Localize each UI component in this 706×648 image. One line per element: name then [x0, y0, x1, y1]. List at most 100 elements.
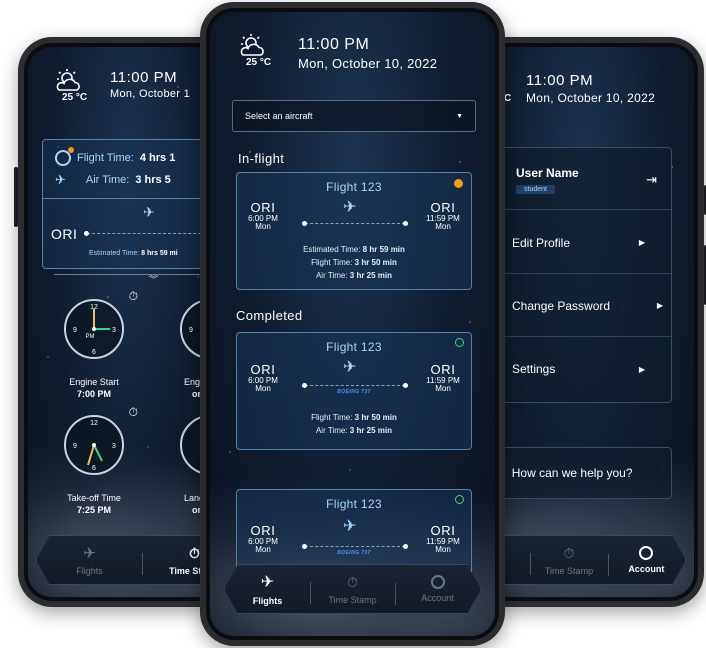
tab-time-stamp[interactable]: ⏱ Time Stamp [530, 545, 607, 576]
partly-cloudy-night-icon: 25 °C [238, 34, 276, 68]
aircraft-model: BOEING 737 [337, 550, 371, 556]
flight-time-row: Flight Time: 4 hrs 1 [55, 147, 176, 166]
air-time-row: Air Time: 3 hr 25 min [237, 271, 471, 280]
tab-flights[interactable]: ✈ Flights [37, 544, 142, 576]
detail-label: Air Time: [315, 271, 348, 280]
svg-text:PM: PM [86, 334, 95, 340]
account-icon [431, 575, 445, 589]
flight-card-completed[interactable]: Flight 123 ORI 6:00 PM Mon ORI 11:59 PM … [236, 332, 472, 450]
time-block: 11:00 PM Mon, October 10, 2022 [298, 36, 437, 71]
account-icon [639, 546, 653, 560]
user-name: User Name [516, 166, 579, 180]
arrival-code: ORI [430, 200, 456, 215]
plane-icon: ✈ [143, 204, 155, 220]
detail-value: 3 hr 25 min [349, 426, 393, 435]
stopwatch-icon: ⏱ [563, 544, 575, 561]
flight-title: Flight 123 [326, 180, 382, 194]
clock-badge-icon [55, 147, 74, 166]
bottom-tab-bar: ✈ Flights ⏱ Time Stamp Account [224, 564, 481, 614]
timer-icon: ⏱ [128, 405, 138, 419]
clock-dial-takeoff: 12 9 3 6 ⏱ [62, 405, 138, 482]
flight-title: Flight 123 [326, 340, 382, 354]
clock-dial-engine-start: 12 9 3 6 PM ⏱ [62, 289, 138, 366]
airplane-icon: ✈ [260, 574, 275, 591]
detail-value: 3 hr 50 min [354, 258, 397, 267]
airplane-icon: ✈ [83, 545, 96, 562]
clock-time: 11:00 PM [110, 69, 178, 86]
route-line [302, 221, 408, 226]
tab-flights[interactable]: ✈ Flights [225, 572, 310, 606]
chevron-right-icon: ▶ [638, 238, 645, 247]
clock-date: Mon, October 10, 2022 [298, 56, 438, 71]
tab-account[interactable]: Account [395, 575, 480, 603]
detail-label: Flight Time: [311, 413, 353, 422]
engine-start-value: 7:00 PM [76, 389, 111, 399]
departure-day: Mon [255, 222, 271, 232]
arrival-day: Mon [435, 222, 451, 232]
menu-label: Change Password [512, 298, 611, 313]
menu-label: Edit Profile [512, 235, 571, 250]
estimated-time-row: Estimated Time: 8 hr 59 min [237, 245, 471, 254]
temperature: 25 °C [62, 92, 88, 103]
chevron-right-icon: ▶ [656, 301, 663, 310]
timer-icon: ⏱ [128, 289, 138, 303]
tab-label: Flights [76, 566, 103, 576]
tab-label: Account [628, 564, 665, 574]
tab-label: Account [421, 593, 454, 603]
estimated-value: 8 hrs 59 mi [141, 250, 178, 257]
svg-text:3: 3 [112, 327, 116, 334]
flight-detail-screen: 25 °C 11:00 PM Mon, October 1 Flight Tim… [28, 47, 228, 597]
logout-icon[interactable]: ⇥ [646, 172, 657, 188]
svg-text:3: 3 [112, 443, 116, 450]
detail-label: Flight Time: [311, 258, 353, 267]
detail-value: 8 hr 59 min [362, 245, 405, 254]
role-badge: student [516, 185, 555, 194]
svg-text:9: 9 [73, 443, 77, 450]
detail-label: Estimated Time: [303, 245, 361, 254]
departure: ORI 6:00 PM Mon [243, 201, 283, 231]
stopwatch-icon: ⏱ [347, 573, 358, 590]
aircraft-model: BOEING 737 [337, 389, 371, 395]
route-line [302, 544, 408, 549]
svg-text:6: 6 [92, 465, 96, 472]
phone-flights: 25 °C 11:00 PM Mon, October 10, 2022 Sel… [200, 2, 505, 646]
flights-screen: 25 °C 11:00 PM Mon, October 10, 2022 Sel… [210, 12, 495, 636]
svg-text:6: 6 [92, 349, 96, 356]
aircraft-select[interactable]: Select an aircraft ▼ [232, 100, 476, 132]
svg-text:12: 12 [90, 420, 98, 427]
flight-title: Flight 123 [326, 497, 382, 511]
arrival-code: ORI [430, 523, 456, 538]
flight-time-label: Flight Time: [77, 152, 134, 164]
estimated-label: Estimated Time: [89, 250, 140, 257]
departure-code: ORI [250, 523, 276, 538]
svg-text:9: 9 [189, 327, 193, 334]
dropdown-caret-icon: ▼ [456, 112, 463, 120]
engine-start-label: Engine Start [69, 377, 119, 387]
tab-account[interactable]: Account [608, 546, 685, 574]
plane-landing-icon: ✈ [343, 518, 357, 535]
air-time-row: ✈ Air Time: 3 hrs 5 [55, 172, 171, 188]
help-label: How can we help you? [511, 466, 633, 480]
tab-time-stamp[interactable]: ⏱ Time Stamp [310, 574, 395, 605]
temperature-unit-fragment: C [504, 93, 512, 104]
clock-date: Mon, October 1 [110, 88, 191, 100]
departure-code: ORI [250, 200, 276, 215]
takeoff-label: Take-off Time [67, 493, 121, 503]
flight-time-row: Flight Time: 3 hr 50 min [237, 413, 471, 422]
flight-card-in-flight[interactable]: Flight 123 ORI 6:00 PM Mon ORI 11:59 PM … [236, 172, 472, 290]
completed-heading: Completed [236, 308, 303, 323]
partly-cloudy-night-icon: 25 °C [54, 69, 92, 103]
departure-code: ORI [250, 362, 276, 377]
flight-time-value: 4 hrs 1 [139, 152, 176, 164]
plane-landing-icon: ✈ [343, 359, 357, 376]
takeoff-icon: ✈ [55, 172, 66, 187]
select-placeholder: Select an aircraft [245, 111, 313, 121]
clock-time: 11:00 PM [526, 72, 594, 89]
stopwatch-icon: ⏱ [189, 544, 200, 561]
plane-in-air-icon: ✈ [343, 199, 357, 216]
temperature: 25 °C [246, 57, 272, 68]
flight-time-row: Flight Time: 3 hr 50 min [237, 258, 471, 267]
clock-date: Mon, October 10, 2022 [526, 91, 656, 105]
clock-time: 11:00 PM [298, 36, 370, 53]
account-screen: C 11:00 PM Mon, October 10, 2022 User Na… [472, 47, 694, 597]
